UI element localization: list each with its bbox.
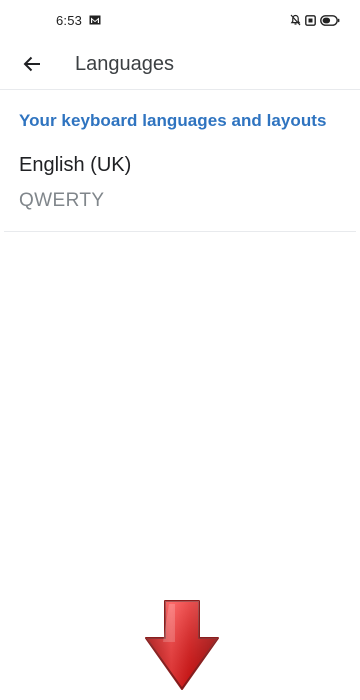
battery-icon bbox=[320, 14, 340, 26]
gmail-icon bbox=[89, 15, 101, 25]
arrow-back-icon bbox=[23, 56, 40, 72]
header-divider bbox=[0, 89, 360, 90]
red-down-arrow-icon bbox=[145, 600, 219, 690]
section-header: Your keyboard languages and layouts bbox=[19, 111, 327, 130]
list-divider bbox=[4, 231, 356, 232]
alarm-icon bbox=[305, 14, 316, 26]
status-time: 6:53 bbox=[56, 13, 83, 28]
status-bar: 6:53 bbox=[0, 0, 360, 40]
page-title: Languages bbox=[75, 53, 174, 75]
back-button[interactable] bbox=[12, 44, 52, 84]
status-icons bbox=[290, 13, 340, 27]
language-item-english-uk[interactable]: English (UK) QWERTY bbox=[0, 146, 360, 230]
language-name: English (UK) bbox=[19, 154, 132, 176]
language-layout: QWERTY bbox=[19, 190, 105, 211]
app-bar: Languages bbox=[0, 40, 360, 88]
mute-icon bbox=[290, 14, 301, 26]
